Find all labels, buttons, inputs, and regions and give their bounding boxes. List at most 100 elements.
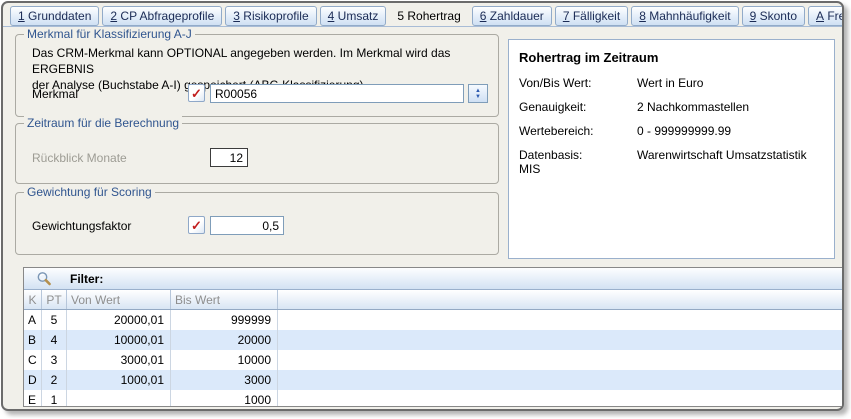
description-line-1: Das CRM-Merkmal kann OPTIONAL angegeben …: [32, 45, 498, 77]
filter-label: Filter:: [70, 272, 103, 286]
info-label: Wertebereich:: [519, 124, 637, 138]
tab-bar: 1 Grunddaten 2 CP Abfrageprofile 3 Risik…: [3, 3, 842, 27]
merkmal-input[interactable]: [210, 84, 464, 103]
tab-label: Zahldauer: [486, 9, 543, 23]
cell-pt: 3: [42, 350, 67, 370]
cell-bis-wert: 1000: [171, 390, 278, 407]
cell-von-wert: 20000,01: [67, 310, 171, 330]
table-row-e[interactable]: E 1 1000: [24, 390, 844, 407]
cell-k: C: [24, 350, 42, 370]
info-row-wertebereich: Wertebereich:0 - 999999999.99: [519, 124, 824, 138]
tab-mnemonic: 3: [233, 9, 240, 23]
tab-mnemonic: 8: [639, 9, 646, 23]
cell-filler: [278, 310, 844, 330]
info-panel-title: Rohertrag im Zeitraum: [519, 50, 658, 65]
tab-mnemonic: 1: [18, 9, 25, 23]
tab-label: Fälligkeit: [570, 9, 621, 23]
info-label: Genauigkeit:: [519, 100, 637, 114]
cell-bis-wert: 3000: [171, 370, 278, 390]
gewichtungsfaktor-checkbox[interactable]: ✓: [188, 216, 205, 234]
spin-down-icon[interactable]: ▼: [475, 94, 481, 100]
group-zeitraum-berechnung: Zeitraum für die Berechnung Rückblick Mo…: [15, 123, 499, 184]
tab-label: Umsatz: [334, 9, 378, 23]
group-gewichtung-scoring: Gewichtung für Scoring Gewichtungsfaktor…: [15, 192, 499, 255]
classification-table: Filter: K PT Von Wert Bis Wert A 5 20000…: [23, 267, 844, 407]
column-header-von-wert[interactable]: Von Wert: [67, 290, 171, 309]
cell-pt: 4: [42, 330, 67, 350]
tab-mnemonic: 9: [750, 9, 757, 23]
info-row-genauigkeit: Genauigkeit:2 Nachkommastellen: [519, 100, 824, 114]
table-header-row: K PT Von Wert Bis Wert: [24, 290, 844, 310]
tab-mahnhaeufigkeit[interactable]: 8 Mahnhäufigkeit: [631, 6, 738, 26]
column-header-filler: [278, 290, 844, 309]
merkmal-checkbox[interactable]: ✓: [188, 84, 205, 102]
tab-zahldauer[interactable]: 6 Zahldauer: [472, 6, 552, 26]
tab-label: Skonto: [756, 9, 797, 23]
info-row-von-bis-wert: Von/Bis Wert:Wert in Euro: [519, 76, 824, 90]
cell-filler: [278, 330, 844, 350]
checked-icon: ✓: [191, 219, 202, 232]
tab-umsatz[interactable]: 4 Umsatz: [320, 6, 387, 26]
column-header-pt[interactable]: PT: [42, 290, 67, 309]
merkmal-label: Merkmal: [32, 87, 78, 101]
tab-mnemonic: 2: [110, 9, 117, 23]
tab-mnemonic: 6: [480, 9, 487, 23]
tab-skonto[interactable]: 9 Skonto: [742, 6, 805, 26]
cell-von-wert: [67, 390, 171, 407]
table-row-b[interactable]: B 4 10000,01 20000: [24, 330, 844, 350]
tab-frei-1[interactable]: A Frei 1: [808, 6, 844, 26]
info-row-datenbasis: Datenbasis:Warenwirtschaft Umsatzstatist…: [519, 148, 824, 176]
info-value: Wert in Euro: [637, 76, 703, 90]
cell-bis-wert: 999999: [171, 310, 278, 330]
group-title: Zeitraum für die Berechnung: [24, 116, 182, 130]
cell-k: B: [24, 330, 42, 350]
tab-label: Grunddaten: [25, 9, 92, 23]
cell-filler: [278, 390, 844, 407]
cell-k: E: [24, 390, 42, 407]
cell-von-wert: 1000,01: [67, 370, 171, 390]
checked-icon: ✓: [191, 87, 202, 100]
info-label: Datenbasis:: [519, 148, 637, 162]
tab-label: Mahnhäufigkeit: [646, 9, 731, 23]
cell-k: A: [24, 310, 42, 330]
group-merkmal-klassifizierung: Merkmal für Klassifizierung A-J Das CRM-…: [15, 34, 499, 117]
cell-von-wert: 3000,01: [67, 350, 171, 370]
tab-label: Rohertrag: [404, 9, 461, 23]
tab-mnemonic: 5: [397, 9, 404, 23]
tab-label: Frei 1: [824, 9, 844, 23]
rueckblick-monate-input[interactable]: [210, 148, 248, 167]
cell-bis-wert: 20000: [171, 330, 278, 350]
gewichtungsfaktor-label: Gewichtungsfaktor: [32, 219, 131, 233]
search-icon[interactable]: [36, 271, 52, 287]
rueckblick-monate-label: Rückblick Monate: [32, 151, 127, 165]
cell-k: D: [24, 370, 42, 390]
tab-mnemonic: 7: [563, 9, 570, 23]
tab-cp-abfrageprofile[interactable]: 2 CP Abfrageprofile: [102, 6, 222, 26]
column-header-k[interactable]: K: [24, 290, 42, 309]
tab-mnemonic: 4: [328, 9, 335, 23]
cell-filler: [278, 370, 844, 390]
info-value: 2 Nachkommastellen: [637, 100, 749, 114]
tab-label: CP Abfrageprofile: [117, 9, 214, 23]
tab-risikoprofile[interactable]: 3 Risikoprofile: [225, 6, 316, 26]
tab-label: Risikoprofile: [240, 9, 309, 23]
gewichtungsfaktor-input[interactable]: [210, 216, 284, 235]
cell-pt: 5: [42, 310, 67, 330]
tab-rohertrag-active[interactable]: 5 Rohertrag: [389, 6, 468, 26]
table-row-d[interactable]: D 2 1000,01 3000: [24, 370, 844, 390]
column-header-bis-wert[interactable]: Bis Wert: [171, 290, 278, 309]
info-value: 0 - 999999999.99: [637, 124, 731, 138]
cell-pt: 2: [42, 370, 67, 390]
tab-faelligkeit[interactable]: 7 Fälligkeit: [555, 6, 628, 26]
cell-von-wert: 10000,01: [67, 330, 171, 350]
cell-pt: 1: [42, 390, 67, 407]
app-window: 1 Grunddaten 2 CP Abfrageprofile 3 Risik…: [1, 1, 844, 411]
tab-mnemonic: A: [816, 9, 824, 23]
group-title: Merkmal für Klassifizierung A-J: [24, 27, 195, 41]
group-title: Gewichtung für Scoring: [24, 185, 155, 199]
table-row-a[interactable]: A 5 20000,01 999999: [24, 310, 844, 330]
info-panel-rohertrag: Rohertrag im Zeitraum Von/Bis Wert:Wert …: [508, 39, 835, 259]
merkmal-spinner[interactable]: ▲ ▼: [468, 84, 488, 103]
table-row-c[interactable]: C 3 3000,01 10000: [24, 350, 844, 370]
tab-grunddaten[interactable]: 1 Grunddaten: [10, 6, 99, 26]
